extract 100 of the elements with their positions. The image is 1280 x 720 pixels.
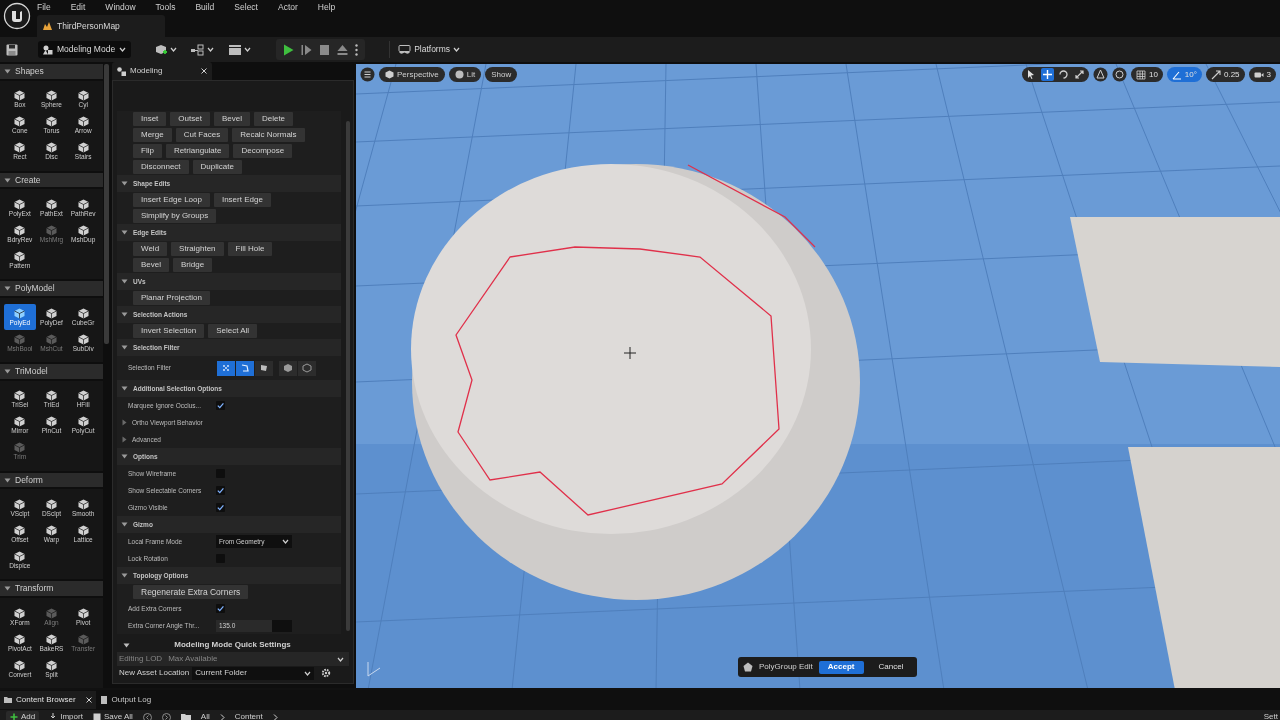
- caret-icon[interactable]: [121, 278, 128, 285]
- category-header[interactable]: Transform: [0, 581, 103, 597]
- surface-snap-icon[interactable]: [1092, 67, 1108, 82]
- stop-icon[interactable]: [319, 43, 331, 56]
- caret-icon[interactable]: [121, 229, 128, 236]
- menu-item[interactable]: Help: [317, 2, 336, 12]
- caret-icon[interactable]: [121, 521, 128, 528]
- accept-button[interactable]: Accept: [818, 660, 864, 674]
- filter-toggle[interactable]: [279, 360, 297, 376]
- rotate-icon[interactable]: [1057, 69, 1069, 80]
- caret-icon[interactable]: [123, 641, 130, 649]
- save-icon[interactable]: [6, 43, 18, 56]
- viewport-button[interactable]: Perspective: [379, 67, 445, 82]
- add-button[interactable]: Add: [6, 711, 40, 720]
- caret-icon[interactable]: [4, 367, 11, 375]
- action-button[interactable]: Regenerate Extra Corners: [133, 585, 249, 599]
- menu-item[interactable]: Window: [105, 2, 136, 12]
- more-icon[interactable]: [355, 43, 359, 56]
- action-button[interactable]: Simplify by Groups: [133, 209, 217, 223]
- menu-item[interactable]: Actor: [277, 2, 298, 12]
- action-button[interactable]: Invert Selection: [133, 324, 205, 338]
- mode-dropdown[interactable]: Modeling Mode: [38, 41, 132, 58]
- caret-icon[interactable]: [4, 285, 11, 293]
- action-button[interactable]: Recalc Normals: [232, 128, 305, 142]
- caret-icon[interactable]: [121, 453, 128, 460]
- action-button[interactable]: Straighten: [171, 242, 224, 256]
- scrollbar[interactable]: [346, 121, 350, 631]
- scrollbar[interactable]: [104, 64, 109, 344]
- action-button[interactable]: Delete: [253, 112, 294, 126]
- close-icon[interactable]: [85, 697, 92, 703]
- category-header[interactable]: TriModel: [0, 364, 103, 379]
- panel-tab[interactable]: Modeling: [112, 62, 212, 80]
- checkbox[interactable]: [216, 503, 225, 512]
- action-button[interactable]: Bevel: [133, 258, 169, 272]
- panel-tab[interactable]: Content Browser: [0, 691, 96, 709]
- panel-tab[interactable]: Output Log: [95, 691, 156, 709]
- settings-icon[interactable]: [321, 668, 332, 678]
- eject-icon[interactable]: [337, 43, 349, 56]
- filter-toggle[interactable]: [298, 360, 316, 376]
- action-button[interactable]: Decompose: [233, 144, 293, 158]
- action-button[interactable]: Retriangulate: [165, 144, 230, 158]
- save-all-button[interactable]: Save All: [92, 711, 133, 720]
- category-header[interactable]: Shapes: [0, 64, 103, 79]
- action-button[interactable]: Outset: [170, 112, 210, 126]
- checkbox[interactable]: [216, 604, 225, 613]
- action-button[interactable]: Merge: [133, 128, 172, 142]
- cancel-button[interactable]: Cancel: [869, 660, 913, 674]
- action-button[interactable]: Disconnect: [133, 160, 189, 174]
- menu-item[interactable]: File: [37, 2, 51, 12]
- caret-icon[interactable]: [121, 344, 128, 351]
- step-icon[interactable]: [301, 43, 313, 56]
- caret-icon[interactable]: [121, 311, 128, 318]
- platforms-dropdown[interactable]: Platforms: [389, 41, 463, 58]
- forward-icon[interactable]: [161, 712, 171, 720]
- action-button[interactable]: Flip: [133, 144, 162, 158]
- action-button[interactable]: Planar Projection: [133, 291, 210, 305]
- caret-icon[interactable]: [4, 585, 11, 593]
- settings-button[interactable]: Sett: [1263, 711, 1280, 720]
- caret-icon[interactable]: [4, 67, 11, 75]
- action-button[interactable]: Bevel: [213, 112, 250, 126]
- scale-icon[interactable]: [1073, 69, 1085, 80]
- action-button[interactable]: Weld: [133, 242, 168, 256]
- move-icon[interactable]: [1041, 69, 1053, 80]
- filter-toggle[interactable]: [255, 360, 273, 376]
- action-button[interactable]: Select All: [208, 324, 258, 338]
- category-header[interactable]: PolyModel: [0, 281, 103, 296]
- menu-item[interactable]: Edit: [70, 2, 86, 12]
- viewport-button[interactable]: Show: [485, 67, 518, 82]
- filter-toggle[interactable]: [236, 360, 254, 376]
- caret-icon[interactable]: [121, 385, 128, 392]
- world-icon[interactable]: [1111, 67, 1127, 82]
- caret-icon[interactable]: [121, 180, 128, 187]
- filter-toggle[interactable]: [217, 360, 235, 376]
- menu-item[interactable]: Tools: [155, 2, 176, 12]
- caret-icon[interactable]: [4, 476, 11, 484]
- checkbox[interactable]: [216, 401, 225, 410]
- menu-icon[interactable]: [360, 67, 375, 82]
- action-button[interactable]: Duplicate: [192, 160, 242, 174]
- breadcrumb-link[interactable]: Content: [234, 711, 263, 720]
- close-icon[interactable]: [201, 68, 207, 74]
- category-header[interactable]: Create: [0, 172, 103, 188]
- menu-item[interactable]: Select: [234, 2, 258, 12]
- play-icon[interactable]: [283, 43, 295, 56]
- dropdown[interactable]: Current Folder: [192, 666, 315, 680]
- category-header[interactable]: Deform: [0, 472, 103, 488]
- map-tab[interactable]: ThirdPersonMap: [37, 15, 165, 37]
- action-button[interactable]: Bridge: [173, 258, 213, 272]
- action-button[interactable]: Cut Faces: [175, 128, 229, 142]
- back-icon[interactable]: [142, 712, 152, 720]
- checkbox[interactable]: [216, 486, 225, 495]
- action-button[interactable]: Insert Edge: [213, 193, 271, 207]
- engine-logo-icon[interactable]: [3, 2, 31, 30]
- import-button[interactable]: Import: [49, 711, 83, 720]
- breadcrumb-link[interactable]: All: [200, 711, 210, 720]
- action-button[interactable]: Inset: [133, 112, 167, 126]
- action-button[interactable]: Insert Edge Loop: [133, 193, 210, 207]
- caret-icon[interactable]: [121, 572, 128, 579]
- caret-icon[interactable]: [4, 176, 11, 184]
- menu-item[interactable]: Build: [195, 2, 215, 12]
- action-button[interactable]: Fill Hole: [227, 242, 273, 256]
